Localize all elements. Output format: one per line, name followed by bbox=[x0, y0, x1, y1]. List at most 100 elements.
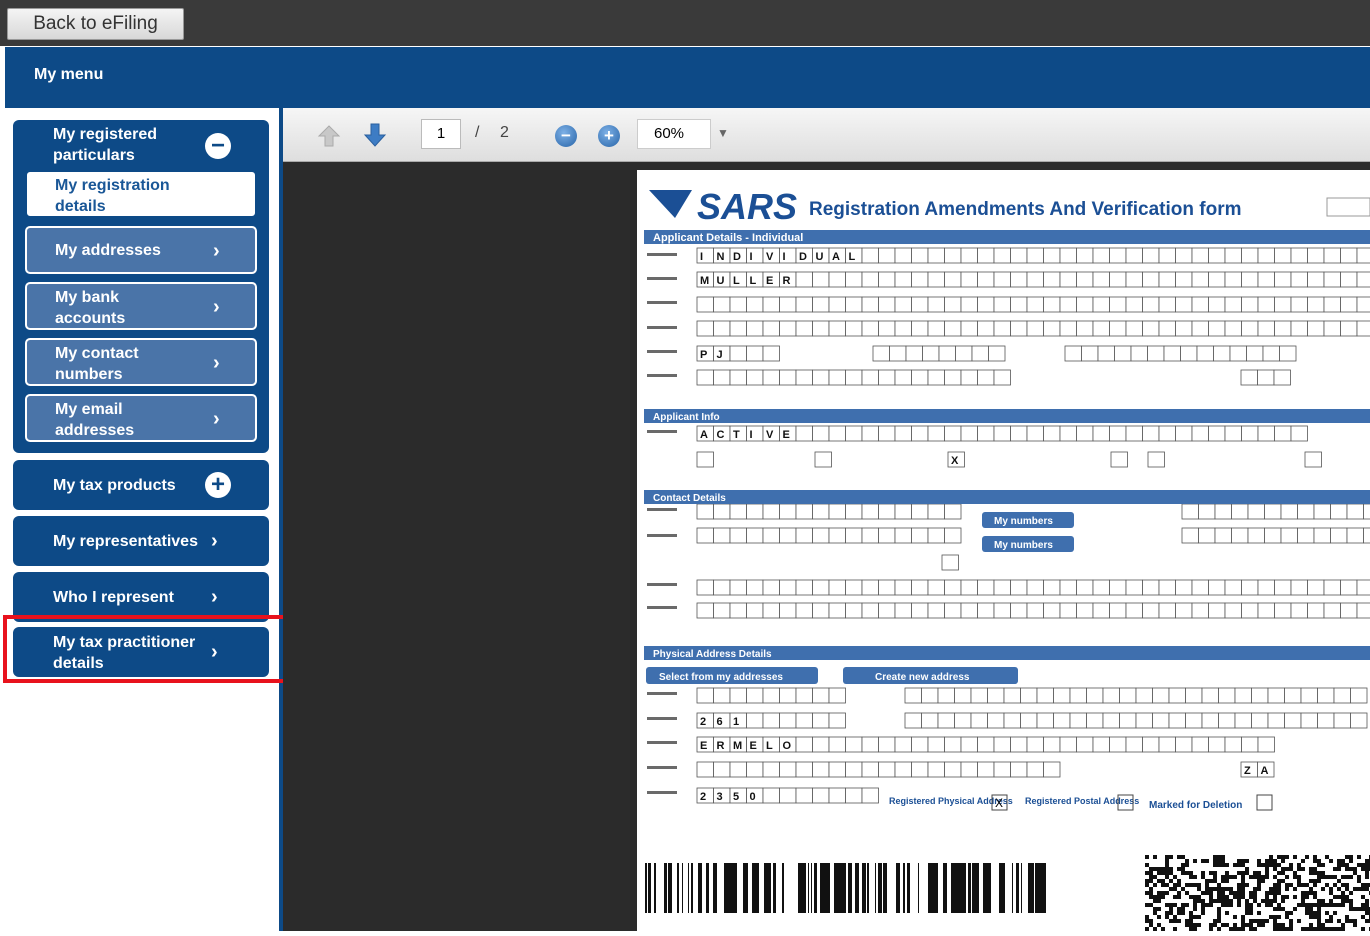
svg-text:L: L bbox=[750, 275, 757, 287]
registered-particulars-group: My registered particulars − My registrat… bbox=[13, 120, 269, 453]
section-bar bbox=[644, 409, 1370, 423]
svg-text:3: 3 bbox=[717, 791, 723, 803]
my-numbers-label: My numbers bbox=[994, 516, 1053, 527]
menu-title: My menu bbox=[34, 66, 103, 84]
sars-logo-mark bbox=[649, 190, 692, 218]
zoom-select[interactable]: 60% bbox=[637, 119, 711, 149]
chevron-down-icon[interactable]: ▼ bbox=[717, 126, 729, 140]
select-addresses-label: Select from my addresses bbox=[659, 672, 783, 683]
svg-text:I: I bbox=[700, 251, 703, 263]
sidebar: My registered particulars − My registrat… bbox=[0, 108, 283, 931]
svg-text:V: V bbox=[766, 429, 774, 441]
svg-text:R: R bbox=[783, 275, 791, 287]
sidebar-item-registration-details[interactable]: My registration details bbox=[25, 170, 257, 218]
svg-text:O: O bbox=[783, 740, 792, 752]
svg-text:2: 2 bbox=[700, 716, 706, 728]
page-number-input[interactable]: 1 bbox=[421, 119, 461, 149]
svg-text:M: M bbox=[700, 275, 709, 287]
svg-text:J: J bbox=[717, 349, 723, 361]
svg-text:U: U bbox=[816, 251, 824, 263]
back-to-efiling-button[interactable]: Back to eFiling bbox=[7, 8, 184, 40]
svg-text:A: A bbox=[700, 429, 708, 441]
svg-text:E: E bbox=[766, 275, 773, 287]
section-title: Applicant Info bbox=[653, 412, 720, 423]
svg-text:Z: Z bbox=[1244, 765, 1251, 777]
marked-deletion-label: Marked for Deletion bbox=[1149, 800, 1242, 811]
svg-text:6: 6 bbox=[717, 716, 723, 728]
sidebar-item-label: My contact numbers bbox=[55, 343, 175, 385]
svg-text:E: E bbox=[783, 429, 790, 441]
tax-products-label: My tax products bbox=[53, 475, 176, 496]
chevron-right-icon: › bbox=[211, 587, 218, 607]
svg-text:0: 0 bbox=[750, 791, 756, 803]
svg-text:N: N bbox=[717, 251, 725, 263]
page-total: 2 bbox=[500, 124, 509, 142]
arrow-up-icon[interactable] bbox=[317, 124, 341, 148]
sidebar-item-representatives[interactable]: My representatives › bbox=[13, 516, 269, 566]
document-page: SARS Registration Amendments And Verific… bbox=[637, 170, 1370, 931]
checkbox-mark: X bbox=[995, 796, 1003, 810]
marked-deletion-checkbox bbox=[1257, 795, 1272, 810]
menu-bar: My menu bbox=[5, 47, 1370, 108]
svg-text:D: D bbox=[799, 251, 807, 263]
chevron-right-icon: › bbox=[213, 353, 220, 373]
sidebar-item-tax-products[interactable]: My tax products + bbox=[13, 460, 269, 510]
chevron-right-icon: › bbox=[211, 531, 218, 551]
sidebar-item-email-addresses[interactable]: My email addresses › bbox=[25, 394, 257, 442]
svg-text:T: T bbox=[733, 429, 740, 441]
minus-circle-icon[interactable]: − bbox=[205, 133, 231, 159]
viewer-toolbar: 1 / 2 − + 60% ▼ bbox=[283, 108, 1370, 162]
svg-text:A: A bbox=[1261, 765, 1269, 777]
svg-text:A: A bbox=[832, 251, 840, 263]
section-title: Applicant Details - Individual bbox=[653, 232, 803, 244]
svg-text:E: E bbox=[750, 740, 757, 752]
arrow-down-icon[interactable] bbox=[363, 122, 387, 148]
section-title: Contact Details bbox=[653, 493, 726, 504]
plus-circle-icon[interactable]: + bbox=[205, 472, 231, 498]
who-i-represent-label: Who I represent bbox=[53, 587, 174, 608]
top-bar: Back to eFiling bbox=[0, 0, 1370, 46]
chevron-right-icon: › bbox=[213, 409, 220, 429]
svg-text:U: U bbox=[717, 275, 725, 287]
chevron-right-icon: › bbox=[213, 297, 220, 317]
svg-text:I: I bbox=[750, 251, 753, 263]
sidebar-item-label: My addresses bbox=[55, 240, 161, 261]
my-numbers-label: My numbers bbox=[994, 540, 1053, 551]
sidebar-item-contact-numbers[interactable]: My contact numbers › bbox=[25, 338, 257, 386]
reference-box bbox=[1327, 198, 1370, 216]
svg-text:1: 1 bbox=[733, 716, 739, 728]
registered-particulars-label[interactable]: My registered particulars bbox=[53, 124, 193, 166]
svg-text:L: L bbox=[849, 251, 856, 263]
svg-text:I: I bbox=[750, 429, 753, 441]
barcode-1d bbox=[645, 863, 1046, 913]
zoom-in-icon[interactable]: + bbox=[598, 125, 620, 147]
sidebar-item-label: My registration details bbox=[55, 175, 205, 217]
sars-logo-text: SARS bbox=[697, 186, 797, 227]
section-bar bbox=[644, 490, 1370, 504]
svg-text:D: D bbox=[733, 251, 741, 263]
sidebar-item-label: My bank accounts bbox=[55, 287, 175, 329]
page-separator: / bbox=[475, 124, 479, 142]
section-title: Physical Address Details bbox=[653, 649, 772, 660]
chevron-right-icon: › bbox=[213, 241, 220, 261]
svg-text:L: L bbox=[733, 275, 740, 287]
svg-text:5: 5 bbox=[733, 791, 739, 803]
registration-form: SARS Registration Amendments And Verific… bbox=[637, 170, 1370, 931]
svg-text:2: 2 bbox=[700, 791, 706, 803]
svg-text:V: V bbox=[766, 251, 774, 263]
sidebar-item-addresses[interactable]: My addresses › bbox=[25, 226, 257, 274]
representatives-label: My representatives bbox=[53, 531, 198, 552]
registered-postal-label: Registered Postal Address bbox=[1025, 796, 1139, 806]
sidebar-item-bank-accounts[interactable]: My bank accounts › bbox=[25, 282, 257, 330]
form-title: Registration Amendments And Verification… bbox=[809, 199, 1241, 220]
svg-text:L: L bbox=[766, 740, 773, 752]
svg-text:I: I bbox=[783, 251, 786, 263]
svg-text:M: M bbox=[733, 740, 742, 752]
svg-text:P: P bbox=[700, 349, 707, 361]
svg-text:R: R bbox=[717, 740, 725, 752]
highlight-box bbox=[3, 615, 290, 683]
svg-text:E: E bbox=[700, 740, 707, 752]
create-address-label: Create new address bbox=[875, 672, 970, 683]
zoom-out-icon[interactable]: − bbox=[555, 125, 577, 147]
pdf-viewer: 1 / 2 − + 60% ▼ SARS Registration Amendm… bbox=[283, 108, 1370, 931]
